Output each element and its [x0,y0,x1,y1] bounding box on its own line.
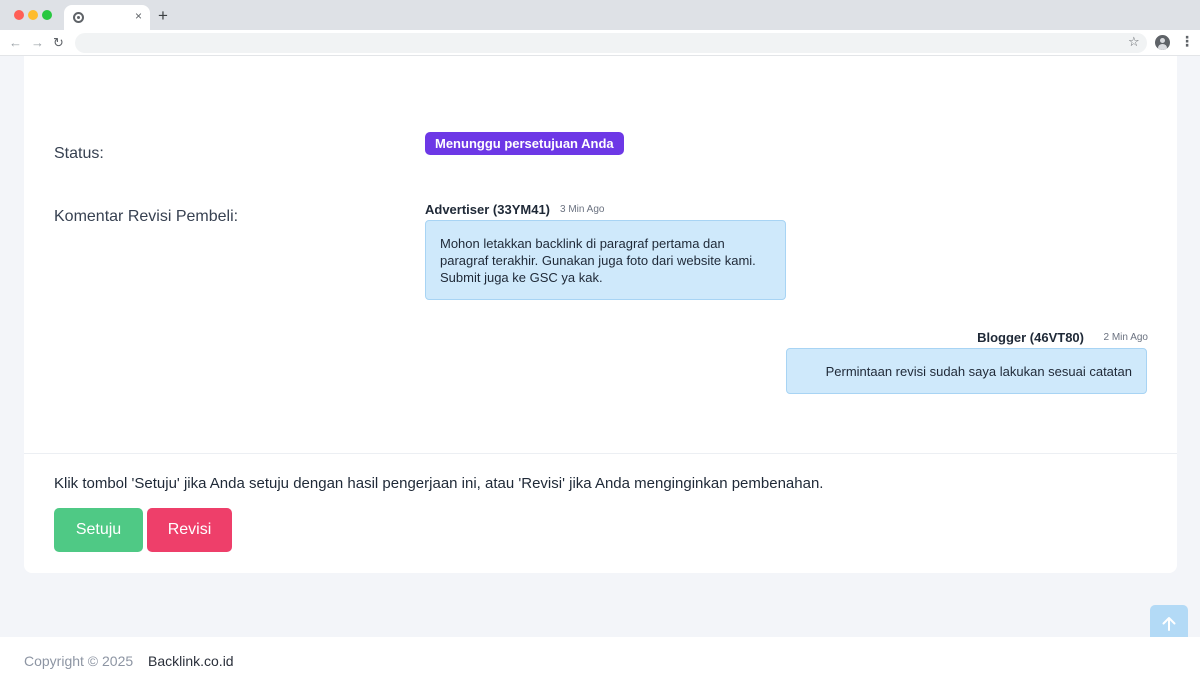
status-label: Status: [54,145,104,162]
bookmark-star-icon[interactable]: ☆ [1128,34,1140,50]
reload-icon[interactable]: ↻ [53,35,64,51]
revision-card: Status: Menunggu persetujuan Anda Koment… [24,56,1177,573]
blogger-message-bubble: Permintaan revisi sudah saya lakukan ses… [786,348,1147,394]
tab-close-icon[interactable]: × [135,9,142,23]
new-tab-button[interactable]: + [158,6,168,26]
advertiser-timestamp: 3 Min Ago [560,204,605,215]
forward-icon[interactable]: → [31,35,44,51]
blogger-timestamp: 2 Min Ago [1103,332,1148,343]
address-bar[interactable] [75,33,1147,53]
back-icon[interactable]: ← [9,35,22,51]
page-footer: Copyright © 2025 Backlink.co.id [0,637,1200,681]
comment-label: Komentar Revisi Pembeli: [54,208,239,225]
minimize-window-button[interactable] [28,10,38,20]
revise-button[interactable]: Revisi [147,508,232,552]
blogger-author: Blogger (46VT80) [977,330,1084,345]
browser-menu-icon[interactable]: ⋮ [1180,33,1194,50]
approve-button[interactable]: Setuju [54,508,143,552]
footer-brand-link[interactable]: Backlink.co.id [148,653,234,669]
browser-toolbar: ← → ↻ ☆ ⋮ [0,30,1200,56]
maximize-window-button[interactable] [42,10,52,20]
browser-tab[interactable]: × [64,5,150,30]
profile-avatar-icon[interactable] [1155,35,1170,50]
section-divider [24,453,1177,454]
close-window-button[interactable] [14,10,24,20]
chrome-favicon-icon [73,12,84,23]
status-badge: Menunggu persetujuan Anda [425,132,624,155]
arrow-up-icon [1162,617,1176,631]
tab-strip: × + [0,0,1200,30]
copyright-text: Copyright © 2025 [24,653,134,669]
advertiser-author: Advertiser (33YM41) [425,202,550,217]
advertiser-message-bubble: Mohon letakkan backlink di paragraf pert… [425,220,786,300]
action-instruction: Klik tombol 'Setuju' jika Anda setuju de… [54,475,824,492]
browser-chrome: × + ← → ↻ ☆ ⋮ [0,0,1200,56]
